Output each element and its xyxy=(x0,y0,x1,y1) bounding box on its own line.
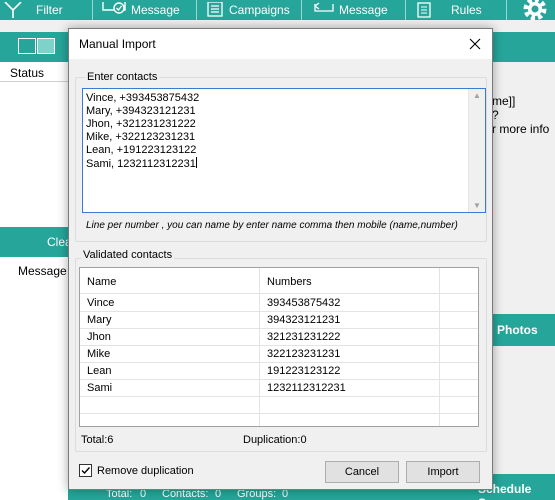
table-row[interactable]: Mike 322123231231 xyxy=(80,346,478,363)
scroll-down-icon[interactable]: ▼ xyxy=(473,201,481,210)
contact-name-cell: Sami xyxy=(87,382,113,394)
background-text-line: ? xyxy=(492,108,499,122)
text-caret xyxy=(195,157,197,168)
contact-name-cell: Vince xyxy=(87,297,115,309)
contacts-text-value: Vince, +393453875432 Mary, +394323121231… xyxy=(86,92,200,170)
toolbar-message-label: Message xyxy=(131,3,180,17)
toolbar-message-button[interactable]: Message xyxy=(101,0,180,20)
toolbar-divider xyxy=(405,0,406,20)
toolbar-divider xyxy=(301,0,302,20)
table-row[interactable]: Sami 1232112312231 xyxy=(80,380,478,397)
reply-message-icon xyxy=(313,2,335,18)
toolbar-filter-label: Filter xyxy=(36,3,63,17)
right-accent-strip xyxy=(492,32,555,62)
contact-name-cell: Mike xyxy=(87,348,111,360)
check-icon xyxy=(81,467,91,475)
validated-contacts-table[interactable]: Name Numbers Vince 393453875432 Mary 394323… xyxy=(79,267,479,427)
table-row[interactable]: Lean 191223123122 xyxy=(80,363,478,380)
contact-number-cell: 191223123122 xyxy=(267,365,341,377)
contact-number-cell: 394323121231 xyxy=(267,314,341,326)
rules-icon xyxy=(415,2,433,18)
import-button[interactable]: Import xyxy=(406,461,480,483)
grid-view-toggle[interactable] xyxy=(37,38,55,54)
left-list-panel xyxy=(0,82,70,227)
cancel-button[interactable]: Cancel xyxy=(325,461,399,483)
contact-number-cell: 321231231222 xyxy=(267,331,341,343)
validated-contacts-label: Validated contacts xyxy=(81,249,175,261)
total-count: Total:6 xyxy=(81,434,114,446)
toolbar-divider xyxy=(92,0,93,20)
toolbar-rules-button[interactable]: Rules xyxy=(415,0,482,20)
background-text-line: me]] xyxy=(492,94,516,108)
toolbar-message2-button[interactable]: Message xyxy=(313,0,388,20)
contact-name-cell: Mary xyxy=(87,314,112,326)
message-column-header[interactable]: Message xyxy=(0,257,70,285)
contact-name-cell: Jhon xyxy=(87,331,111,343)
table-row[interactable]: Vince 393453875432 xyxy=(80,295,478,312)
message-check-icon xyxy=(101,2,127,18)
dialog-titlebar[interactable]: Manual Import xyxy=(69,29,492,59)
enter-contacts-label: Enter contacts xyxy=(85,71,160,83)
duplication-count: Duplication:0 xyxy=(243,434,307,446)
contact-name-cell: Lean xyxy=(87,365,112,377)
scroll-up-icon[interactable]: ▲ xyxy=(473,91,481,100)
toolbar-campaigns-label: Campaigns xyxy=(229,3,290,17)
toolbar-rules-label: Rules xyxy=(451,3,482,17)
contact-number-cell: 322123231231 xyxy=(267,348,341,360)
contact-number-cell: 1232112312231 xyxy=(267,382,346,394)
message-header-label: Message xyxy=(18,264,67,278)
main-toolbar: Filter Message Campaigns Message Rules xyxy=(0,0,555,21)
close-icon[interactable] xyxy=(467,36,483,52)
remove-duplication-checkbox[interactable] xyxy=(79,464,92,477)
contacts-textarea[interactable]: Vince, +393453875432 Mary, +394323121231… xyxy=(82,88,486,213)
toolbar-divider xyxy=(506,0,507,20)
message-list-panel xyxy=(0,285,70,500)
status-column-header[interactable]: Status xyxy=(0,62,70,82)
numbers-column-header[interactable]: Numbers xyxy=(267,276,312,288)
remove-duplication-label[interactable]: Remove duplication xyxy=(97,465,194,477)
manual-import-dialog: Manual Import Enter contacts Vince, +393… xyxy=(68,28,493,490)
dialog-title: Manual Import xyxy=(79,37,156,51)
toolbar-filter-button[interactable]: Filter xyxy=(4,0,63,20)
contact-number-cell: 393453875432 xyxy=(267,297,341,309)
campaign-list-icon xyxy=(207,2,225,18)
table-row xyxy=(80,414,478,426)
gear-icon[interactable] xyxy=(520,0,550,27)
table-row xyxy=(80,397,478,414)
textarea-scrollbar[interactable]: ▲ ▼ xyxy=(468,89,485,212)
toolbar-divider xyxy=(196,0,197,20)
background-text-line: r more info xyxy=(492,122,550,136)
toolbar-message2-label: Message xyxy=(339,3,388,17)
filter-icon xyxy=(4,2,22,18)
list-view-toggle[interactable] xyxy=(18,38,36,54)
clear-button[interactable]: Clea xyxy=(0,227,72,257)
toolbar-campaigns-button[interactable]: Campaigns xyxy=(207,0,290,20)
input-hint-text: Line per number , you can name by enter … xyxy=(86,220,458,231)
table-row[interactable]: Jhon 321231231222 xyxy=(80,329,478,346)
photos-label: Photos xyxy=(497,323,538,337)
status-header-label: Status xyxy=(10,66,45,80)
table-row[interactable]: Mary 394323121231 xyxy=(80,312,478,329)
table-header: Name Numbers xyxy=(80,268,478,294)
name-column-header[interactable]: Name xyxy=(87,276,116,288)
